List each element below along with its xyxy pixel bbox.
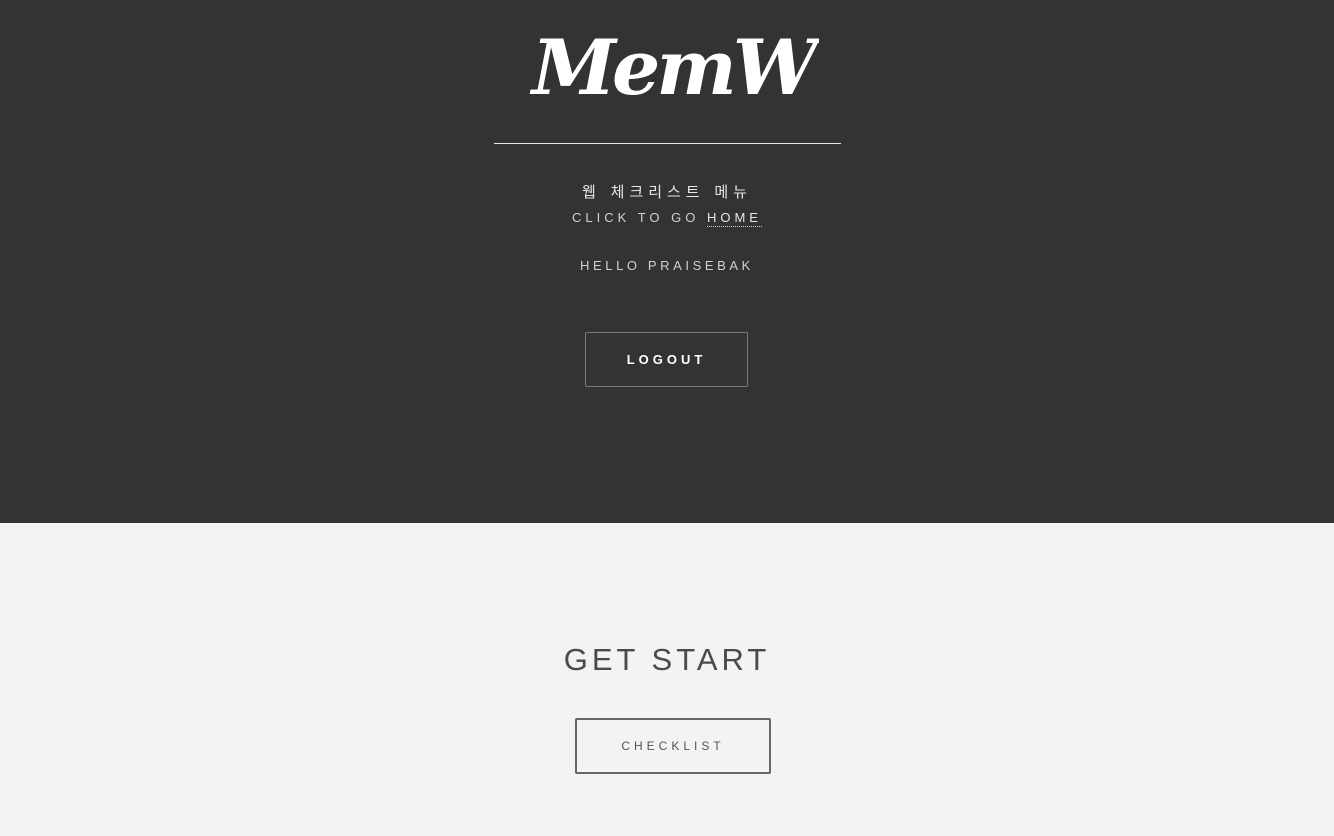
header-divider: [494, 143, 841, 144]
get-start-heading: GET START: [563, 642, 771, 677]
click-prefix: CLICK TO GO: [572, 210, 707, 225]
hero-section: MemW 웹 체크리스트 메뉴 CLICK TO GO HOME HELLO P…: [0, 0, 1334, 523]
checklist-button[interactable]: CHECKLIST: [575, 718, 771, 774]
svg-text:MemW: MemW: [529, 23, 819, 112]
get-start-section: [0, 523, 1334, 836]
menu-subtitle: 웹 체크리스트 메뉴: [582, 183, 752, 201]
home-link[interactable]: HOME: [706, 210, 762, 227]
site-logo[interactable]: MemW: [527, 22, 819, 112]
checklist-label: CHECKLIST: [621, 739, 725, 753]
greeting-text: HELLO PRAISEBAK: [580, 258, 754, 273]
home-link-line: CLICK TO GO HOME: [0, 210, 1334, 227]
logout-label: LOGOUT: [626, 352, 707, 367]
logout-button[interactable]: LOGOUT: [585, 332, 748, 387]
